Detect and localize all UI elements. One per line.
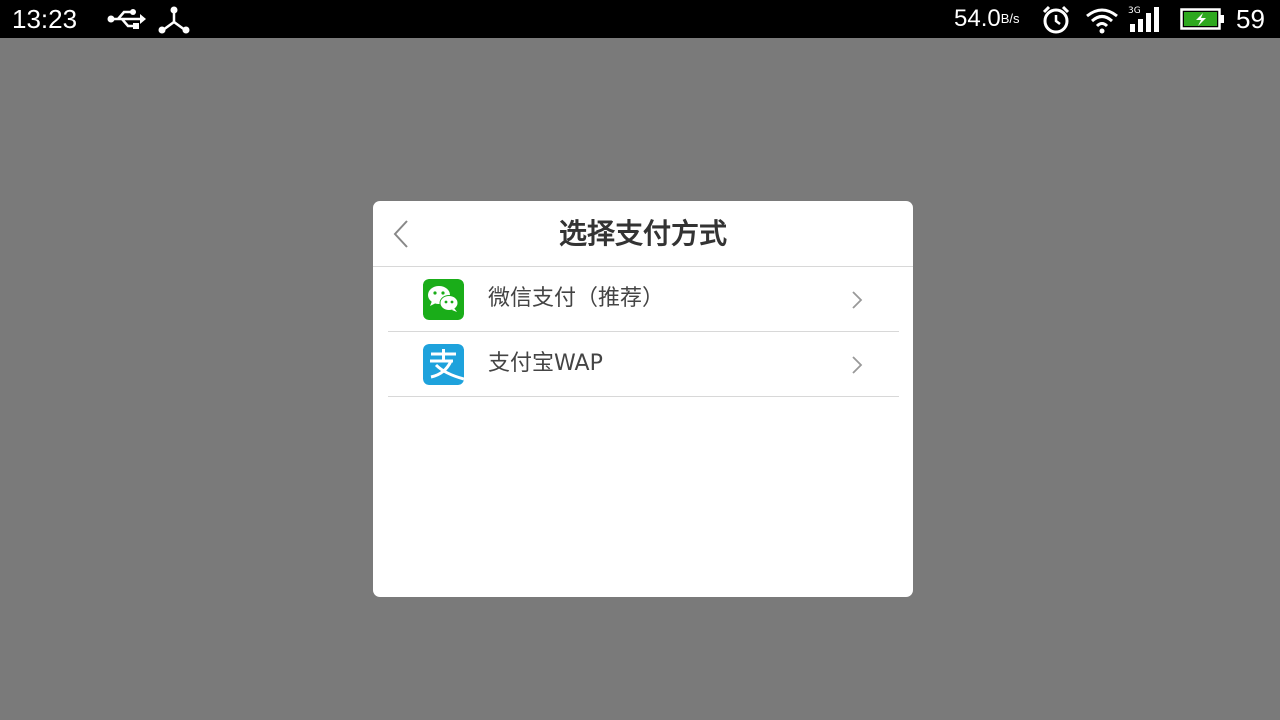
usb-icon: [107, 9, 146, 29]
wifi-icon: [1086, 8, 1118, 34]
svg-text:3G: 3G: [1128, 6, 1141, 16]
battery-charging-icon: [1180, 8, 1224, 30]
payment-option-label: 微信支付（推荐）: [488, 286, 665, 311]
dialog-title: 选择支付方式: [558, 217, 727, 250]
payment-option-wechat[interactable]: 微信支付（推荐）: [388, 267, 899, 332]
usb-debug-icon: [158, 6, 190, 34]
payment-option-alipay[interactable]: 支付宝WAP: [388, 332, 899, 397]
chevron-right-icon: [852, 291, 863, 309]
alipay-icon: [423, 344, 464, 385]
network-speed-unit: B/s: [1000, 11, 1020, 26]
alarm-icon: [1042, 5, 1070, 34]
network-speed-value: 54.0: [954, 5, 1001, 32]
signal-3g-icon: 3G: [1128, 6, 1159, 32]
battery-level: 59: [1236, 4, 1265, 34]
payment-option-label: 支付宝WAP: [488, 351, 603, 376]
network-speed: 54.0B/s: [954, 4, 1020, 34]
payment-dialog: 选择支付方式 微信支付（推荐） 支付宝WAP: [373, 201, 913, 597]
status-time: 13:23: [12, 4, 78, 34]
dialog-header: 选择支付方式: [373, 201, 913, 267]
wechat-pay-icon: [423, 279, 464, 320]
chevron-right-icon: [852, 356, 863, 374]
status-bar: 13:23 54.0B/s 3G 59: [0, 0, 1280, 38]
